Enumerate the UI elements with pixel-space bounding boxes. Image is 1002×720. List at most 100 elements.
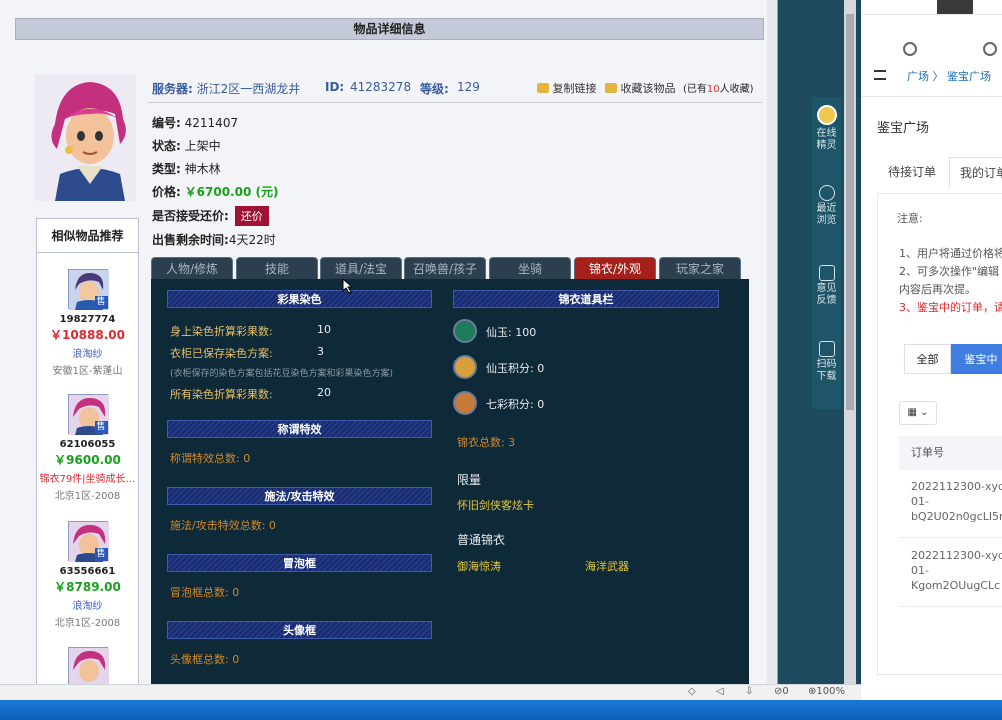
item-id: 63556661 xyxy=(59,566,116,577)
note-line-2: 2、可多次操作"编辑 xyxy=(899,265,1000,278)
filter-all[interactable]: 全部 xyxy=(904,344,951,374)
tab-player-home[interactable]: 玩家之家 xyxy=(659,257,741,279)
id-value: 41283278 xyxy=(350,80,412,94)
download-icon[interactable]: ⇩ xyxy=(745,686,753,697)
breadcrumb[interactable]: 广场 〉 鉴宝广场 xyxy=(907,68,991,84)
avatar-frame-header: 头像框 xyxy=(167,621,432,639)
similar-items-sidebar: 相似物品推荐 售 19827774 ￥10888.00 浪淘纱 安徽1区-紫蓬山… xyxy=(36,218,139,684)
qicai-points-icon xyxy=(453,391,477,415)
scan-download-button[interactable]: 扫码 下载 xyxy=(812,335,841,383)
main-scrollbar[interactable] xyxy=(767,0,777,684)
item-thumbnail[interactable]: 售 xyxy=(67,269,109,310)
recent-views-button[interactable]: 最近 浏览 xyxy=(812,179,841,227)
fav-pre: (已有 xyxy=(683,84,707,95)
item-desc: 锦衣79件|坐骑成长… xyxy=(39,474,136,485)
normal-item-1[interactable]: 御海惊涛 xyxy=(457,558,501,574)
menu-icon[interactable] xyxy=(874,70,886,80)
order-id-line: 2022112300-xyq- xyxy=(911,549,1002,562)
character-avatar xyxy=(35,74,136,201)
field-haggle: 是否接受还价: 还价 xyxy=(152,206,269,226)
favorite-button[interactable]: 收藏该物品 xyxy=(605,80,676,96)
feedback-button[interactable]: 意见 反馈 xyxy=(812,259,841,307)
outer-scrollbar[interactable] xyxy=(844,0,856,684)
xianyu-value: 仙玉: 100 xyxy=(486,326,537,339)
dye-label-2: 衣柜已保存染色方案: xyxy=(170,347,273,360)
fav-post: 人收藏) xyxy=(719,84,754,95)
feedback-label: 意见 反馈 xyxy=(816,283,837,306)
similar-item[interactable] xyxy=(37,647,138,684)
level-value: 129 xyxy=(457,80,480,94)
xianyu-icon xyxy=(453,319,477,343)
item-id: 62106055 xyxy=(59,439,116,450)
column-settings-button[interactable]: ▦ ⌄ xyxy=(899,401,937,425)
online-assistant-button[interactable]: 在线 精灵 xyxy=(812,103,841,152)
link-icon[interactable] xyxy=(903,42,917,56)
similar-item[interactable]: 售 19827774 ￥10888.00 浪淘纱 安徽1区-紫蓬山 xyxy=(37,269,138,377)
info-line: 服务器: 浙江2区一西湖龙井 ID: 41283278 等级: 129 复制链接… xyxy=(152,80,754,96)
spell-effects-header: 施法/攻击特效 xyxy=(167,487,432,505)
type-value: 神木林 xyxy=(184,162,221,176)
item-thumbnail[interactable]: 售 xyxy=(67,394,109,435)
order-id-line: bQ2U02n0gcLI5n xyxy=(911,510,1002,523)
field-status: 状态: 上架中 xyxy=(152,137,221,154)
note-label: 注意: xyxy=(897,212,923,225)
haggle-button[interactable]: 还价 xyxy=(234,206,269,226)
dye-value-1: 10 xyxy=(317,323,331,336)
order-id-line: 01- xyxy=(911,495,929,508)
item-price: ￥10888.00 xyxy=(49,328,125,342)
outfit-bar-header: 锦衣道具栏 xyxy=(453,290,719,308)
scan-download-label: 扫码 下载 xyxy=(816,359,837,382)
taskbar xyxy=(0,700,1002,720)
item-thumbnail[interactable]: 售 xyxy=(67,521,109,562)
title-effects-header: 称谓特效 xyxy=(167,420,432,438)
status-label: 状态: xyxy=(152,139,181,153)
dye-value-2: 3 xyxy=(317,345,324,358)
speaker-icon[interactable]: ◁ xyxy=(716,686,724,697)
zoom-value: 100% xyxy=(816,686,845,697)
item-id: 19827774 xyxy=(59,314,116,325)
table-row[interactable]: 2022112300-xyq- 01- Kgom2OUugCLc xyxy=(899,539,1002,607)
dye-label-3: 所有染色折算彩果数: xyxy=(170,388,273,401)
favorite-icon xyxy=(605,83,617,93)
browser-statusbar: ◇ ◁ ⇩ ⊘0 ⊕100% xyxy=(0,684,861,700)
assistant-avatar-icon xyxy=(816,105,837,125)
filter-appraising[interactable]: 鉴宝中 xyxy=(951,344,1002,374)
table-row[interactable]: 2022112300-xyq- 01- bQ2U02n0gcLI5n xyxy=(899,470,1002,538)
block-count[interactable]: ⊘0 xyxy=(774,686,789,697)
tab-pending-orders[interactable]: 待接订单 xyxy=(877,157,947,187)
tab-items[interactable]: 道具/法宝 xyxy=(320,257,402,279)
tab-character[interactable]: 人物/修炼 xyxy=(151,257,233,279)
price-label: 价格: xyxy=(152,185,181,199)
dye-header: 彩果染色 xyxy=(167,290,432,308)
note-line-4: 3、鉴宝中的订单，请 xyxy=(899,301,1002,314)
tab-pets[interactable]: 召唤兽/孩子 xyxy=(404,257,486,279)
sell-badge: 售 xyxy=(94,421,108,434)
fav-count-value: 10 xyxy=(706,84,720,95)
haggle-label: 是否接受还价: xyxy=(152,209,229,223)
spell-effects-total: 施法/攻击特效总数: 0 xyxy=(170,519,276,532)
tab-my-orders[interactable]: 我的订单 xyxy=(949,157,1002,187)
similar-item[interactable]: 售 63556661 ￥8789.00 浪淘纱 北京1区-2008 xyxy=(37,521,138,629)
item-thumbnail[interactable] xyxy=(67,647,109,684)
favorite-label: 收藏该物品 xyxy=(620,82,676,95)
limited-item[interactable]: 怀旧剑侠客炫卡 xyxy=(457,497,534,513)
similar-item[interactable]: 售 62106055 ￥9600.00 锦衣79件|坐骑成长… 北京1区-200… xyxy=(37,394,138,502)
tab-mounts[interactable]: 坐骑 xyxy=(489,257,571,279)
price-value: ￥6700.00 (元) xyxy=(184,185,279,199)
recent-views-label: 最近 浏览 xyxy=(816,203,837,226)
sell-badge: 售 xyxy=(94,296,108,309)
tab-skills[interactable]: 技能 xyxy=(236,257,318,279)
normal-item-2[interactable]: 海洋武器 xyxy=(585,558,629,574)
time-label: 出售剩余时间: xyxy=(152,233,229,247)
globe-icon[interactable] xyxy=(983,42,997,56)
item-price: ￥9600.00 xyxy=(54,453,121,467)
number-value: 4211407 xyxy=(184,116,239,130)
zoom-level[interactable]: ⊕100% xyxy=(808,686,845,697)
tab-outfits[interactable]: 锦衣/外观 xyxy=(574,257,656,279)
scrollbar-thumb[interactable] xyxy=(846,14,854,410)
online-assistant-label: 在线 精灵 xyxy=(816,128,837,151)
shield-icon[interactable]: ◇ xyxy=(688,686,696,697)
divider xyxy=(861,96,1002,97)
edit-icon xyxy=(818,265,835,281)
copy-link-button[interactable]: 复制链接 xyxy=(537,80,597,96)
